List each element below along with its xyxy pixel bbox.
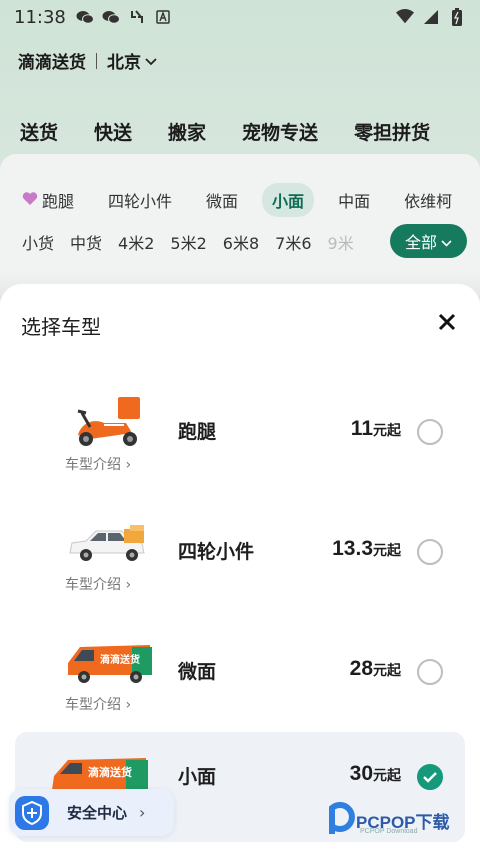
size-5-2[interactable]: 5米2 (170, 230, 206, 254)
size-6-8[interactable]: 6米8 (223, 230, 259, 254)
vehicle-row-four-wheel[interactable]: 车型介绍 › 四轮小件 13.3元起 (15, 507, 465, 617)
chevron-down-icon (441, 232, 452, 251)
size-4-2[interactable]: 4米2 (118, 230, 154, 254)
category-small-van[interactable]: 小面 (262, 183, 315, 217)
size-9[interactable]: 9米 (328, 230, 354, 254)
scooter-image (60, 393, 160, 449)
price-value: 28 (349, 657, 373, 680)
heart-icon (22, 191, 38, 210)
status-bar: 11:38 (0, 0, 480, 34)
pcpop-watermark: PCPOP下载 PCPOP Download (326, 800, 476, 846)
price-unit: 元起 (373, 423, 401, 439)
text-icon (154, 9, 172, 25)
tab-moving[interactable]: 搬家 (168, 118, 206, 145)
radio-button[interactable] (417, 419, 443, 445)
size-medium-truck[interactable]: 中货 (70, 230, 102, 254)
van-brand-text: 滴滴送货 (88, 765, 132, 779)
chevron-right-icon: › (125, 697, 132, 713)
intro-label: 车型介绍 (65, 577, 121, 593)
category-mini-van[interactable]: 微面 (196, 183, 248, 217)
tab-pet[interactable]: 宠物专送 (242, 118, 318, 145)
vehicle-name: 微面 (178, 661, 217, 683)
city-selector[interactable]: 北京 (107, 48, 157, 73)
wechat-icon (102, 9, 120, 25)
city-label: 北京 (107, 53, 141, 73)
intro-label: 车型介绍 (65, 457, 121, 473)
vehicle-price: 11元起 (351, 417, 401, 441)
van-brand-text: 滴滴送货 (100, 653, 140, 666)
vehicle-price: 30元起 (350, 762, 401, 786)
chevron-right-icon: › (139, 803, 146, 822)
check-icon (423, 772, 437, 783)
radio-button[interactable] (417, 659, 443, 685)
wechat-icon (76, 9, 94, 25)
vehicle-size-row: 小货 中货 4米2 5米2 6米8 7米6 9米 (22, 230, 354, 254)
price-unit: 元起 (373, 768, 401, 784)
chevron-right-icon: › (125, 577, 132, 593)
small-car-image (60, 513, 160, 569)
battery-icon (448, 8, 466, 26)
price-value: 30 (349, 762, 373, 785)
intro-label: 车型介绍 (65, 697, 121, 713)
all-label: 全部 (404, 233, 437, 252)
price-value: 13.3 (332, 537, 373, 560)
vehicle-name: 四轮小件 (178, 541, 255, 563)
category-iveco[interactable]: 依维柯 (394, 183, 462, 217)
chevron-down-icon (145, 51, 157, 71)
sheet-title: 选择车型 (21, 315, 101, 339)
watermark-sub: PCPOP Download (360, 828, 418, 835)
tab-delivery[interactable]: 送货 (20, 118, 58, 159)
chevron-right-icon: › (125, 457, 132, 473)
radio-button[interactable] (417, 539, 443, 565)
mini-van-image: 滴滴送货 (60, 633, 160, 689)
vehicle-row-mini-van[interactable]: 滴滴送货 车型介绍 › 微面 28元起 (15, 627, 465, 737)
all-sizes-button[interactable]: 全部 (390, 224, 467, 258)
vehicle-name: 跑腿 (178, 421, 217, 443)
tab-express[interactable]: 快送 (94, 118, 132, 145)
sync-icon (128, 9, 146, 25)
vehicle-category-row: 跑腿 四轮小件 微面 小面 中面 依维柯 (22, 183, 462, 217)
size-7-6[interactable]: 7米6 (275, 230, 311, 254)
price-value: 11 (350, 417, 373, 440)
status-time: 11:38 (14, 6, 66, 28)
vehicle-intro-link[interactable]: 车型介绍 › (65, 694, 131, 714)
safety-center-button[interactable]: 安全中心 › (9, 789, 174, 836)
category-four-wheel[interactable]: 四轮小件 (98, 183, 182, 217)
vehicle-intro-link[interactable]: 车型介绍 › (65, 454, 131, 474)
pcpop-logo-icon (329, 802, 355, 834)
vehicle-row-errand[interactable]: 车型介绍 › 跑腿 11元起 (15, 387, 465, 497)
radio-button-checked[interactable] (417, 764, 443, 790)
signal-icon (422, 9, 440, 25)
close-icon (438, 313, 456, 331)
safety-center-label: 安全中心 (67, 804, 128, 822)
category-medium-van[interactable]: 中面 (328, 183, 380, 217)
shield-icon (15, 795, 49, 830)
category-label: 跑腿 (42, 192, 75, 211)
vehicle-name: 小面 (178, 766, 217, 788)
close-button[interactable] (435, 310, 459, 334)
app-header: 滴滴送货 北京 (18, 48, 157, 73)
category-errand[interactable]: 跑腿 (22, 183, 84, 217)
vehicle-price: 28元起 (350, 657, 401, 681)
vehicle-intro-link[interactable]: 车型介绍 › (65, 574, 131, 594)
vehicle-type-sheet: 选择车型 车型介绍 › 跑腿 11元起 车型介绍 › 四轮小件 13.3元起 滴… (0, 284, 480, 853)
service-tabs: 送货 快送 搬家 宠物专送 零担拼货 (20, 118, 480, 159)
notification-icons (76, 9, 172, 25)
price-unit: 元起 (373, 543, 401, 559)
wifi-icon (396, 9, 414, 25)
vehicle-price: 13.3元起 (332, 537, 401, 561)
app-name: 滴滴送货 (18, 53, 86, 73)
tab-consolidated[interactable]: 零担拼货 (354, 118, 430, 145)
header-divider (96, 52, 97, 69)
price-unit: 元起 (373, 663, 401, 679)
size-small-truck[interactable]: 小货 (22, 230, 54, 254)
